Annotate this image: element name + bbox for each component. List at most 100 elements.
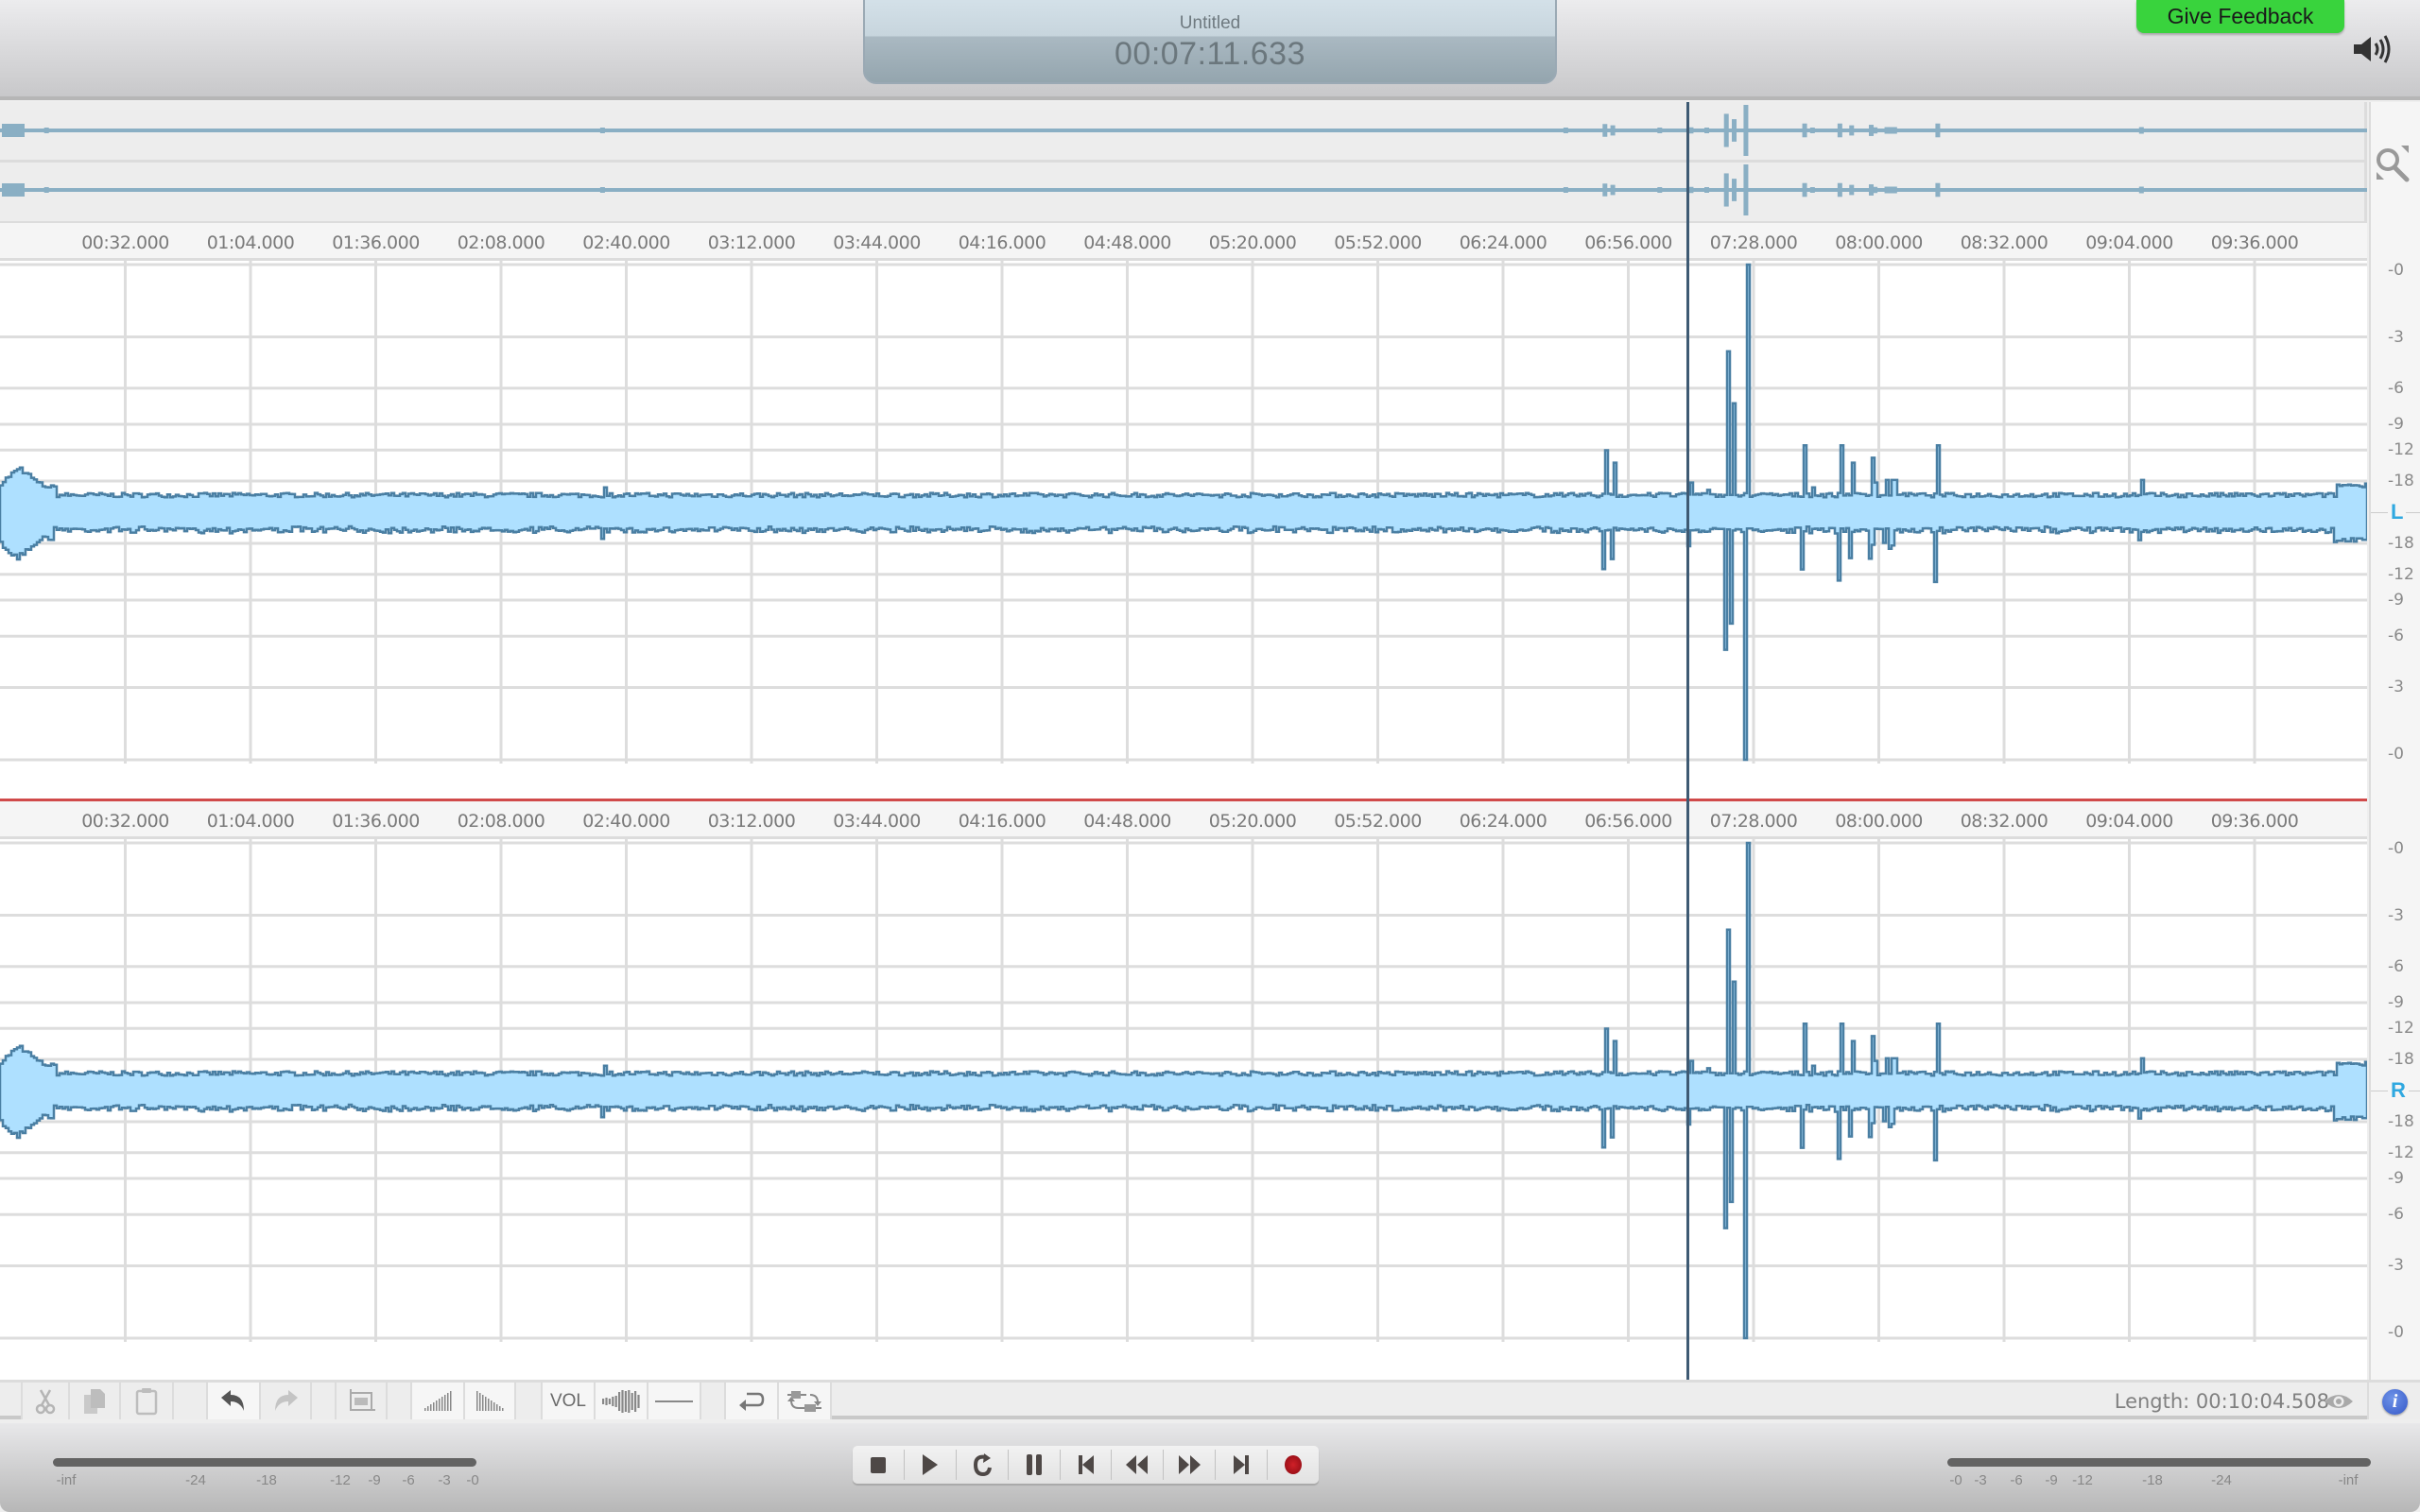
overview-peak <box>1731 119 1737 142</box>
ruler-tick-label: 09:36.000 <box>2210 811 2299 832</box>
ruler-tick-label: 01:36.000 <box>332 811 420 832</box>
record-button[interactable] <box>1268 1450 1319 1480</box>
redo-button[interactable] <box>259 1383 310 1419</box>
silence-button[interactable] <box>647 1383 700 1419</box>
ruler-tick-label: 05:20.000 <box>1208 811 1297 832</box>
go-to-end-button[interactable] <box>1216 1450 1269 1480</box>
channel-left-waveform[interactable] <box>0 261 2367 764</box>
input-meter-label: -18 <box>256 1472 277 1488</box>
db-scale-label: -6 <box>2388 956 2404 976</box>
edit-toolbar: VOL Length: 00:10:04.508 i <box>0 1380 2420 1419</box>
db-scale-label: -12 <box>2388 1019 2414 1039</box>
db-scale-label: -12 <box>2388 440 2414 460</box>
overview-peak <box>599 128 605 133</box>
cut-button[interactable] <box>21 1383 68 1419</box>
overview-peak <box>16 185 22 195</box>
speaker-volume-icon[interactable] <box>2352 34 2394 64</box>
info-icon: i <box>2382 1389 2408 1415</box>
db-scale-label: -9 <box>2388 591 2404 610</box>
zoom-magnifier-icon[interactable] <box>2373 144 2414 185</box>
crop-icon <box>350 1388 375 1411</box>
reverse-button[interactable] <box>724 1383 777 1419</box>
give-feedback-button[interactable]: Give Feedback <box>2136 0 2344 33</box>
overview-peak <box>1602 124 1608 137</box>
time-ruler-top[interactable]: 00:32.000 01:04.000 01:36.000 02:08.000 02:4… <box>0 223 2367 261</box>
channel-right-waveform[interactable] <box>0 839 2367 1342</box>
rewind-icon <box>1126 1455 1149 1474</box>
stop-icon <box>870 1457 886 1473</box>
overview-peak <box>1704 187 1710 193</box>
overview-peak <box>1802 123 1807 138</box>
output-meter-label: -18 <box>2142 1472 2163 1488</box>
overview-peak <box>16 126 22 135</box>
eye-icon[interactable] <box>2324 1392 2354 1411</box>
toolbar-divider <box>830 1383 832 1419</box>
ruler-tick-label: 03:44.000 <box>833 811 921 832</box>
overview-peak <box>1704 128 1710 133</box>
toolbar-spacer <box>386 1383 410 1419</box>
ruler-tick-label: 04:16.000 <box>958 811 1046 832</box>
skip-to-start-icon <box>1078 1455 1094 1474</box>
ruler-tick-label: 01:04.000 <box>206 232 295 253</box>
swap-channels-button[interactable] <box>777 1383 830 1419</box>
fast-forward-icon <box>1179 1455 1201 1474</box>
playhead-cursor[interactable] <box>1686 102 1689 1380</box>
copy-button[interactable] <box>68 1383 119 1419</box>
right-waveform-svg <box>0 839 2367 1342</box>
channel-gap <box>0 764 2367 799</box>
ruler-tick-label: 00:32.000 <box>81 811 169 832</box>
ruler-tick-label: 09:04.000 <box>2085 232 2173 253</box>
ruler-tick-label: 02:40.000 <box>582 232 670 253</box>
input-meter-label: -9 <box>368 1472 381 1488</box>
pause-button[interactable] <box>1009 1450 1061 1480</box>
skip-to-end-icon <box>1234 1455 1250 1474</box>
db-scale-label: -0 <box>2388 1323 2404 1342</box>
go-to-start-button[interactable] <box>1061 1450 1113 1480</box>
db-scale-label: -18 <box>2388 1049 2414 1069</box>
fade-in-button[interactable] <box>410 1383 463 1419</box>
toolbar-spacer <box>700 1383 724 1419</box>
volume-button[interactable]: VOL <box>541 1383 594 1419</box>
info-button[interactable]: i <box>2367 1383 2420 1419</box>
output-meter-label: -24 <box>2211 1472 2232 1488</box>
stop-button[interactable] <box>853 1450 905 1480</box>
normalize-button[interactable] <box>594 1383 647 1419</box>
ruler-tick-label: 02:08.000 <box>457 232 545 253</box>
db-scale-label: -9 <box>2388 1169 2404 1188</box>
paste-button[interactable] <box>119 1383 172 1419</box>
overview-peak <box>1723 113 1729 147</box>
loop-button[interactable] <box>957 1450 1009 1480</box>
db-scale-label: -0 <box>2388 261 2404 280</box>
ruler-tick-label: 03:12.000 <box>707 811 796 832</box>
overview-peak <box>2138 127 2144 134</box>
overview-channel-separator <box>0 160 2367 163</box>
output-meter-label: -9 <box>2045 1472 2058 1488</box>
overview-peak <box>1935 182 1941 198</box>
ruler-tick-label: 05:20.000 <box>1208 232 1297 253</box>
ruler-tick-label: 04:48.000 <box>1083 232 1171 253</box>
time-ruler-bottom[interactable]: 00:32.000 01:04.000 01:36.000 02:08.000 02:4… <box>0 801 2367 839</box>
input-meter-label: -inf <box>56 1472 77 1488</box>
rewind-button[interactable] <box>1112 1450 1165 1480</box>
fade-out-button[interactable] <box>463 1383 514 1419</box>
ruler-tick-label: 03:44.000 <box>833 232 921 253</box>
swap-waveform-icon <box>787 1390 821 1412</box>
input-meter-label: -12 <box>330 1472 351 1488</box>
crop-button[interactable] <box>335 1383 386 1419</box>
overview-peak <box>1743 164 1749 215</box>
overview-peak <box>1723 173 1729 207</box>
overview-peak <box>1688 186 1694 194</box>
play-button[interactable] <box>905 1450 957 1480</box>
overview-peak <box>43 128 49 133</box>
top-bar: Untitled 00:07:11.633 Give Feedback <box>0 0 2420 100</box>
fast-forward-button[interactable] <box>1164 1450 1217 1480</box>
undo-button[interactable] <box>206 1383 259 1419</box>
db-scale-label: -6 <box>2388 378 2404 398</box>
scissors-icon <box>35 1388 56 1414</box>
document-title: Untitled <box>1179 13 1241 33</box>
overview-waveform-svg <box>0 105 2367 215</box>
overview-peak <box>1892 127 1897 134</box>
overview-waveform[interactable] <box>0 102 2367 224</box>
waveform-envelope <box>0 263 2367 762</box>
pause-icon <box>1026 1454 1042 1475</box>
